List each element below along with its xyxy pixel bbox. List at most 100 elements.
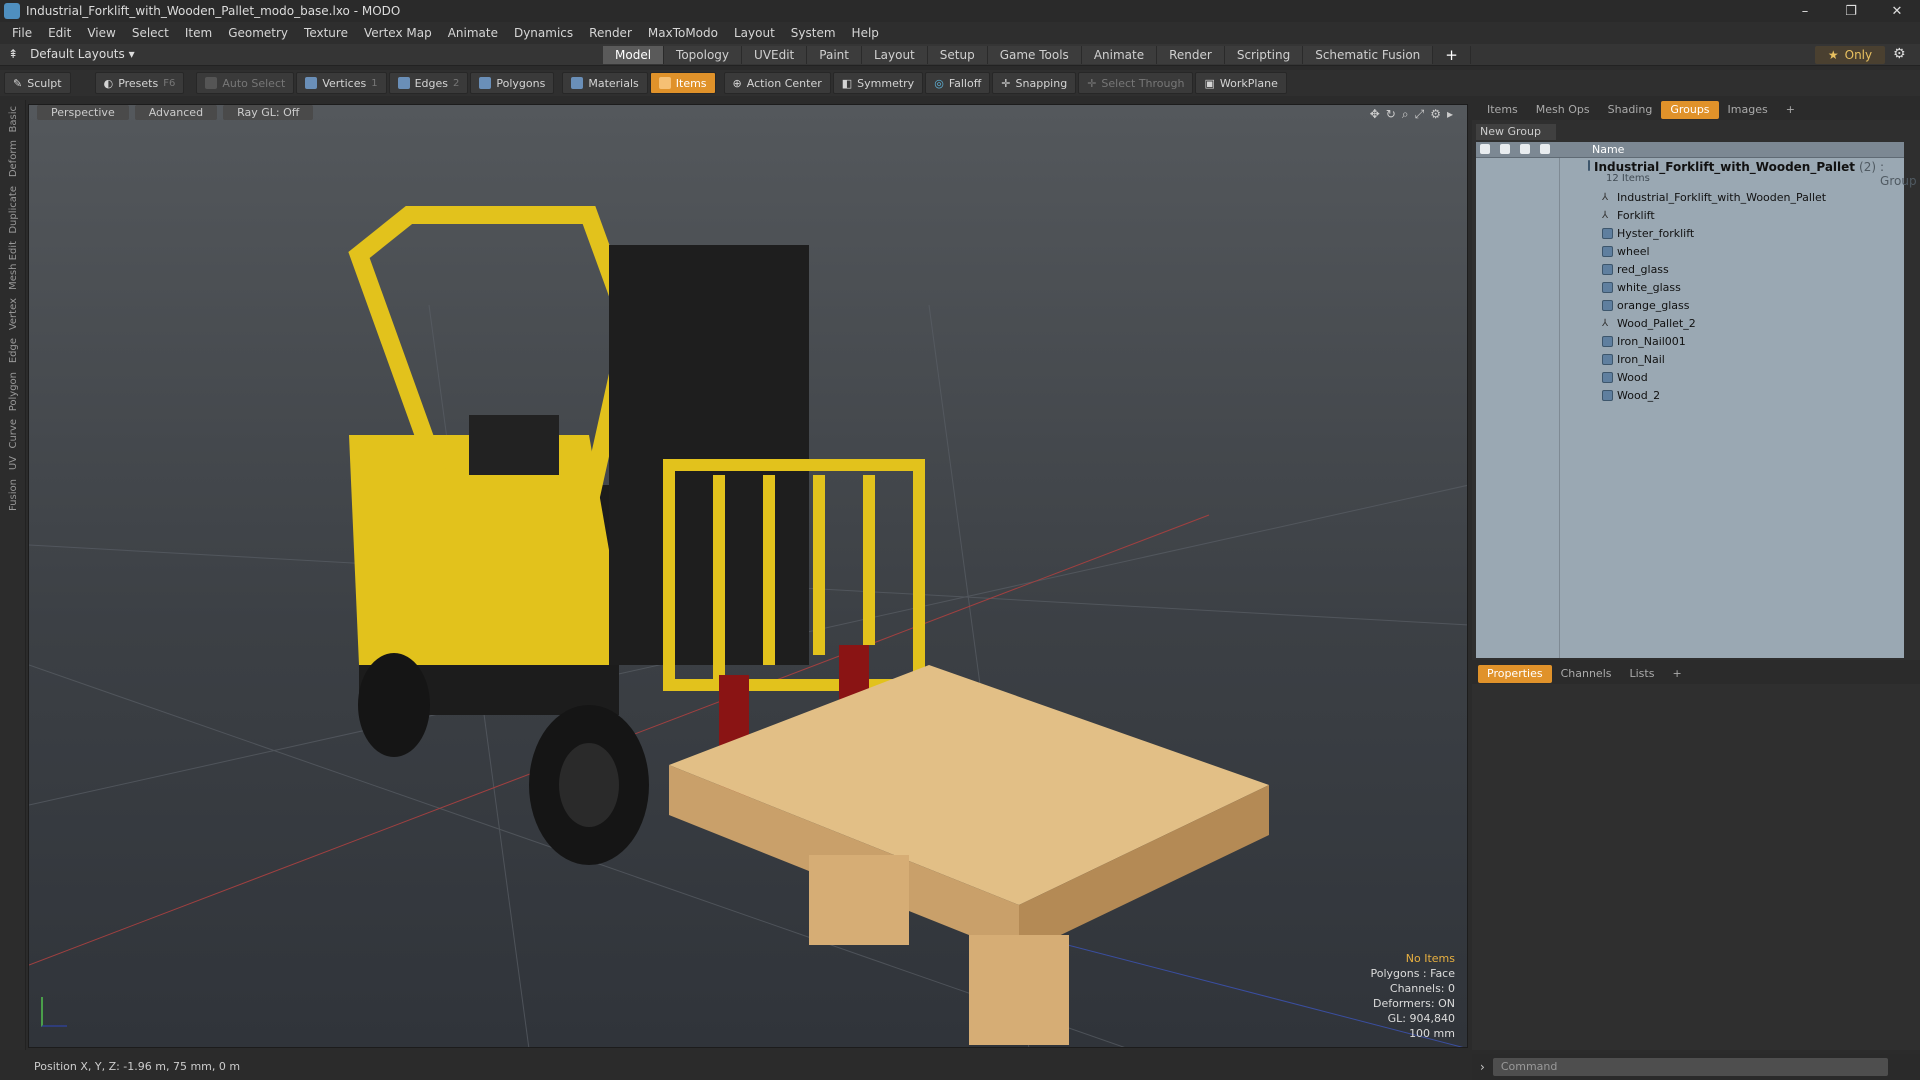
chevron-right-icon: › xyxy=(1480,1060,1485,1074)
tree-item[interactable]: Wood_2 xyxy=(1476,386,1904,404)
menu-file[interactable]: File xyxy=(4,26,40,40)
select-icon[interactable] xyxy=(1540,144,1550,154)
edges-button[interactable]: Edges 2 xyxy=(388,72,469,94)
arrow-right-icon[interactable]: ▸ xyxy=(1447,107,1453,122)
tab-items[interactable]: Items xyxy=(1478,101,1527,119)
menu-layout[interactable]: Layout xyxy=(726,26,783,40)
snapping-button[interactable]: ✛ Snapping xyxy=(992,72,1077,94)
vertices-button[interactable]: Vertices 1 xyxy=(296,72,387,94)
view-perspective-dropdown[interactable]: Perspective xyxy=(37,105,129,120)
symmetry-button[interactable]: ◧ Symmetry xyxy=(832,72,924,94)
menu-edit[interactable]: Edit xyxy=(40,26,79,40)
select-through-button[interactable]: ✛ Select Through xyxy=(1078,72,1194,94)
tab-lists[interactable]: Lists xyxy=(1621,665,1664,683)
tab-render[interactable]: Render xyxy=(1157,46,1225,64)
menu-help[interactable]: Help xyxy=(844,26,887,40)
tab-vertex[interactable]: Vertex xyxy=(8,296,19,332)
tab-animate[interactable]: Animate xyxy=(1081,46,1158,64)
shading-mode-dropdown[interactable]: Advanced xyxy=(134,105,218,120)
tab-properties[interactable]: Properties xyxy=(1478,665,1552,683)
tab-edge[interactable]: Edge xyxy=(8,336,19,365)
tree-item[interactable]: white_glass xyxy=(1476,278,1904,296)
falloff-button[interactable]: ◎ Falloff xyxy=(925,72,991,94)
tab-scripting[interactable]: Scripting xyxy=(1224,46,1304,64)
pan-icon[interactable]: ✥ xyxy=(1370,107,1380,122)
tab-model[interactable]: Model xyxy=(603,46,665,64)
zoom-icon[interactable]: ⌕ xyxy=(1402,107,1409,122)
tab-duplicate[interactable]: Duplicate xyxy=(8,184,19,236)
tab-layout[interactable]: Layout xyxy=(861,46,928,64)
tab-deform[interactable]: Deform xyxy=(8,138,19,179)
tab-polygon[interactable]: Polygon xyxy=(8,370,19,413)
add-tab-button[interactable]: + xyxy=(1433,46,1471,64)
tab-mesh-ops[interactable]: Mesh Ops xyxy=(1527,101,1599,119)
presets-button[interactable]: ◐ Presets F6 xyxy=(94,72,185,94)
lock-icon[interactable] xyxy=(1520,144,1530,154)
sculpt-button[interactable]: ✎ Sculpt xyxy=(4,72,71,94)
group-row[interactable]: Industrial_Forklift_with_Wooden_Pallet (… xyxy=(1476,158,1917,188)
presets-icon: ◐ xyxy=(103,76,114,90)
menu-dynamics[interactable]: Dynamics xyxy=(506,26,581,40)
polygons-button[interactable]: Polygons xyxy=(470,72,555,94)
raygl-toggle[interactable]: Ray GL: Off xyxy=(223,105,314,120)
tree-item[interactable]: wheel xyxy=(1476,242,1904,260)
maximize-button[interactable]: ❐ xyxy=(1828,0,1874,22)
tab-shading[interactable]: Shading xyxy=(1599,101,1662,119)
tree-item[interactable]: Iron_Nail001 xyxy=(1476,332,1904,350)
layout-dropdown[interactable]: Default Layouts ▾ xyxy=(30,47,135,61)
settings-icon[interactable]: ⚙ xyxy=(1430,107,1441,122)
menu-animate[interactable]: Animate xyxy=(440,26,506,40)
menu-select[interactable]: Select xyxy=(124,26,177,40)
menu-maxtomodo[interactable]: MaxToModo xyxy=(640,26,726,40)
add-props-tab-button[interactable]: + xyxy=(1663,665,1690,683)
action-center-button[interactable]: ⊕ Action Center xyxy=(723,72,831,94)
tab-topology[interactable]: Topology xyxy=(664,46,743,64)
render-icon[interactable] xyxy=(1500,144,1510,154)
tab-groups[interactable]: Groups xyxy=(1661,101,1719,119)
materials-button[interactable]: Materials xyxy=(562,72,648,94)
tree-item[interactable]: orange_glass xyxy=(1476,296,1904,314)
visibility-icon[interactable] xyxy=(1480,144,1490,154)
menu-item[interactable]: Item xyxy=(177,26,220,40)
gear-icon[interactable]: ⚙ xyxy=(1893,46,1906,62)
new-group-button[interactable]: New Group xyxy=(1476,124,1556,140)
tab-basic[interactable]: Basic xyxy=(8,104,19,134)
tree-item[interactable]: ⅄ Wood_Pallet_2 xyxy=(1476,314,1904,332)
tab-curve[interactable]: Curve xyxy=(8,417,19,451)
name-column-header[interactable]: Name xyxy=(1592,143,1624,156)
close-button[interactable]: ✕ xyxy=(1874,0,1920,22)
tab-paint[interactable]: Paint xyxy=(807,46,862,64)
tree-item[interactable]: Hyster_forklift xyxy=(1476,224,1904,242)
tree-item[interactable]: Iron_Nail xyxy=(1476,350,1904,368)
minimize-button[interactable]: – xyxy=(1782,0,1828,22)
fit-icon[interactable]: ⤢ xyxy=(1415,107,1425,122)
menu-system[interactable]: System xyxy=(783,26,844,40)
3d-viewport[interactable]: Perspective Advanced Ray GL: Off ✥ ↻ ⌕ ⤢… xyxy=(28,104,1468,1048)
menu-texture[interactable]: Texture xyxy=(296,26,356,40)
menu-vertex-map[interactable]: Vertex Map xyxy=(356,26,440,40)
tree-item[interactable]: ⅄ Industrial_Forklift_with_Wooden_Pallet xyxy=(1476,188,1904,206)
tab-schematic-fusion[interactable]: Schematic Fusion xyxy=(1303,46,1434,64)
tab-mesh-edit[interactable]: Mesh Edit xyxy=(8,239,19,292)
tab-game-tools[interactable]: Game Tools xyxy=(987,46,1082,64)
menu-geometry[interactable]: Geometry xyxy=(220,26,296,40)
tree-item[interactable]: Wood xyxy=(1476,368,1904,386)
layout-pin-icon[interactable]: ⇞ xyxy=(8,47,18,61)
tree-item[interactable]: red_glass xyxy=(1476,260,1904,278)
auto-select-button[interactable]: Auto Select xyxy=(196,72,295,94)
tab-images[interactable]: Images xyxy=(1719,101,1777,119)
workplane-button[interactable]: ▣ WorkPlane xyxy=(1195,72,1287,94)
tab-fusion[interactable]: Fusion xyxy=(8,477,19,513)
menu-view[interactable]: View xyxy=(79,26,123,40)
tab-setup[interactable]: Setup xyxy=(927,46,988,64)
only-toggle[interactable]: ★ Only xyxy=(1815,46,1885,64)
tab-channels[interactable]: Channels xyxy=(1552,665,1621,683)
rotate-icon[interactable]: ↻ xyxy=(1386,107,1396,122)
command-input[interactable]: Command xyxy=(1492,1058,1888,1076)
items-button[interactable]: Items xyxy=(649,72,716,94)
tree-item[interactable]: ⅄ Forklift xyxy=(1476,206,1904,224)
tab-uvedit[interactable]: UVEdit xyxy=(742,46,808,64)
add-panel-tab-button[interactable]: + xyxy=(1777,101,1804,119)
menu-render[interactable]: Render xyxy=(581,26,640,40)
tab-uv[interactable]: UV xyxy=(8,454,19,472)
